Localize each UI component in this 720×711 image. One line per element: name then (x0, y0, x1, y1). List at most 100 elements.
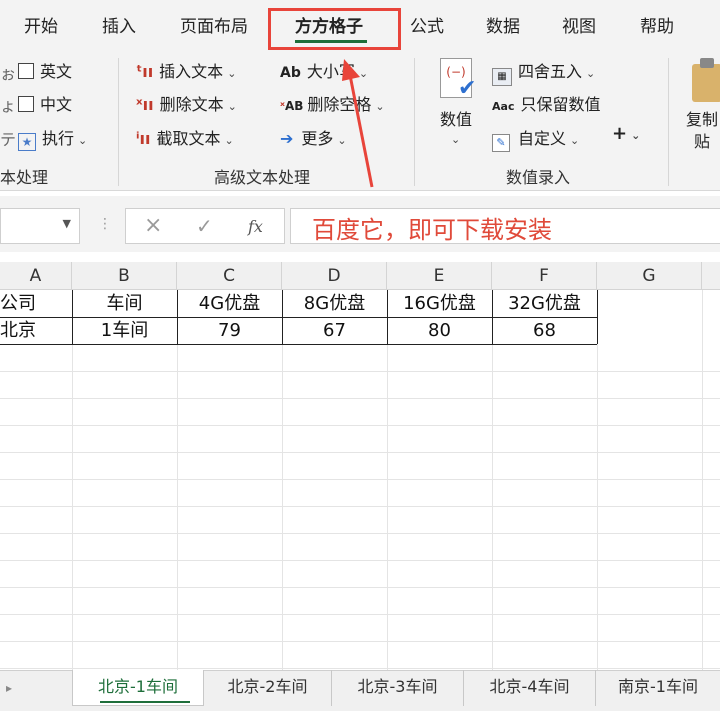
grid-line (0, 668, 720, 669)
number-button[interactable]: 数值 (440, 106, 472, 130)
keep-number-icon-text: Aa (492, 100, 508, 113)
ribbon-separator (414, 58, 415, 186)
scroll-left-icon[interactable]: ▸ (6, 681, 12, 695)
grid-line (0, 506, 720, 507)
sheet-tab-nanjing-1[interactable]: 南京-1车间 (596, 670, 720, 706)
tab-home[interactable]: 开始 (24, 12, 58, 37)
insert-text-icon: ᵗıı (136, 62, 154, 81)
checkbox-icon (18, 63, 34, 79)
tab-help[interactable]: 帮助 (640, 12, 674, 37)
round-button[interactable]: ▦ 四舍五入 ⌄ (492, 58, 595, 86)
plus-icon: + (612, 123, 628, 144)
chevron-down-icon[interactable]: ▼ (63, 217, 71, 230)
sheet-tab-beijing-3[interactable]: 北京-3车间 (332, 670, 464, 706)
column-header-f[interactable]: F (492, 262, 597, 290)
insert-text-button[interactable]: ᵗıı 插入文本 ⌄ (136, 58, 236, 82)
round-icon: ▦ (492, 68, 512, 86)
delete-text-button[interactable]: ˣıı 删除文本 ⌄ (136, 91, 237, 115)
execute-button[interactable]: ★ 执行 ⌄ (18, 125, 87, 151)
grid-line (0, 533, 720, 534)
arrow-right-icon: ➔ (280, 129, 294, 148)
more-dots-icon: ⋮ (98, 216, 112, 232)
delete-space-icon-text: AB (284, 99, 304, 113)
extract-text-icon: ⁱıı (136, 129, 151, 148)
grid-line (72, 290, 73, 670)
english-label: 英文 (40, 62, 73, 81)
tab-data[interactable]: 数据 (486, 12, 520, 37)
chevron-down-icon: ⌄ (586, 67, 596, 80)
english-option[interactable]: 英文 (18, 58, 72, 82)
chevron-down-icon: ⌄ (570, 134, 580, 147)
chevron-down-icon: ⌄ (631, 129, 641, 142)
copy-paste-label-1[interactable]: 复制 (686, 106, 718, 130)
table-header-cell[interactable]: 公司 (0, 291, 72, 317)
number-icon[interactable]: (−) ✔ (438, 58, 478, 102)
clipboard-icon[interactable] (692, 58, 720, 102)
plus-button[interactable]: + ⌄ (612, 123, 640, 144)
partial-icon: ぉ (0, 64, 17, 83)
grid-line (0, 425, 720, 426)
delete-text-icon: ˣıı (136, 95, 154, 114)
fx-icon[interactable]: fx (248, 217, 263, 236)
annotation-arrow-icon (342, 59, 374, 188)
column-header-b[interactable]: B (72, 262, 177, 290)
keep-number-label: 只保留数值 (520, 95, 601, 114)
chevron-down-icon[interactable]: ⌄ (451, 128, 460, 147)
confirm-icon[interactable]: ✓ (196, 214, 213, 238)
column-header-g[interactable]: G (597, 262, 702, 290)
column-header-c[interactable]: C (177, 262, 282, 290)
copy-paste-label-2[interactable]: 贴 (694, 128, 710, 152)
tab-view[interactable]: 视图 (562, 12, 596, 37)
execute-label: 执行 (42, 129, 75, 148)
case-icon: Ab (280, 65, 301, 81)
delete-space-icon: ˣAB (280, 99, 304, 113)
annotation-highlight-box (268, 8, 401, 50)
grid-line (0, 398, 720, 399)
group-label-number-entry: 数值录入 (506, 168, 571, 187)
chinese-option[interactable]: 中文 (18, 91, 72, 115)
tab-page-layout[interactable]: 页面布局 (180, 12, 248, 37)
tab-insert[interactable]: 插入 (102, 12, 136, 37)
round-label: 四舍五入 (518, 62, 583, 81)
table-header-cell[interactable]: 32G优盘 (492, 291, 597, 317)
table-cell[interactable]: 79 (177, 318, 282, 344)
table-header-cell[interactable]: 4G优盘 (177, 291, 282, 317)
group-label-text-processing: 本处理 (0, 168, 49, 187)
column-header-e[interactable]: E (387, 262, 492, 290)
keep-number-button[interactable]: Aac 只保留数值 (492, 91, 600, 115)
custom-button[interactable]: ✎ 自定义 ⌄ (492, 125, 579, 152)
table-header-cell[interactable]: 车间 (72, 291, 177, 317)
sheet-tab-beijing-4[interactable]: 北京-4车间 (464, 670, 596, 706)
cancel-icon[interactable]: × (144, 213, 162, 238)
annotation-text: 百度它，即可下载安装 (312, 216, 552, 244)
chevron-down-icon: ⌄ (227, 100, 237, 113)
table-cell[interactable]: 68 (492, 318, 597, 344)
grid-line (597, 290, 598, 670)
partial-icon-2: ょ (0, 96, 17, 115)
column-header-a[interactable]: A (0, 262, 72, 290)
chevron-down-icon: ⌄ (78, 134, 88, 147)
column-header-d[interactable]: D (282, 262, 387, 290)
grid-line (0, 587, 720, 588)
grid-line (282, 290, 283, 670)
table-header-cell[interactable]: 8G优盘 (282, 291, 387, 317)
table-header-cell[interactable]: 16G优盘 (387, 291, 492, 317)
table-cell[interactable]: 80 (387, 318, 492, 344)
active-sheet-underline (100, 701, 190, 703)
tab-formulas[interactable]: 公式 (410, 12, 444, 37)
partial-icon-3: テ (0, 130, 17, 149)
grid-line (387, 290, 388, 670)
extract-text-label: 截取文本 (156, 129, 221, 148)
group-label-advanced-text: 高级文本处理 (214, 168, 311, 187)
table-border (0, 344, 597, 345)
column-header-partial (702, 262, 720, 290)
table-cell[interactable]: 67 (282, 318, 387, 344)
custom-label: 自定义 (518, 129, 567, 148)
table-cell[interactable]: 北京 (0, 318, 72, 344)
table-cell[interactable]: 1车间 (72, 318, 177, 344)
sheet-tab-beijing-2[interactable]: 北京-2车间 (204, 670, 332, 706)
table-border (597, 290, 598, 344)
ribbon-separator (668, 58, 669, 186)
extract-text-button[interactable]: ⁱıı 截取文本 ⌄ (136, 125, 234, 149)
name-box[interactable]: ▼ (0, 208, 80, 244)
